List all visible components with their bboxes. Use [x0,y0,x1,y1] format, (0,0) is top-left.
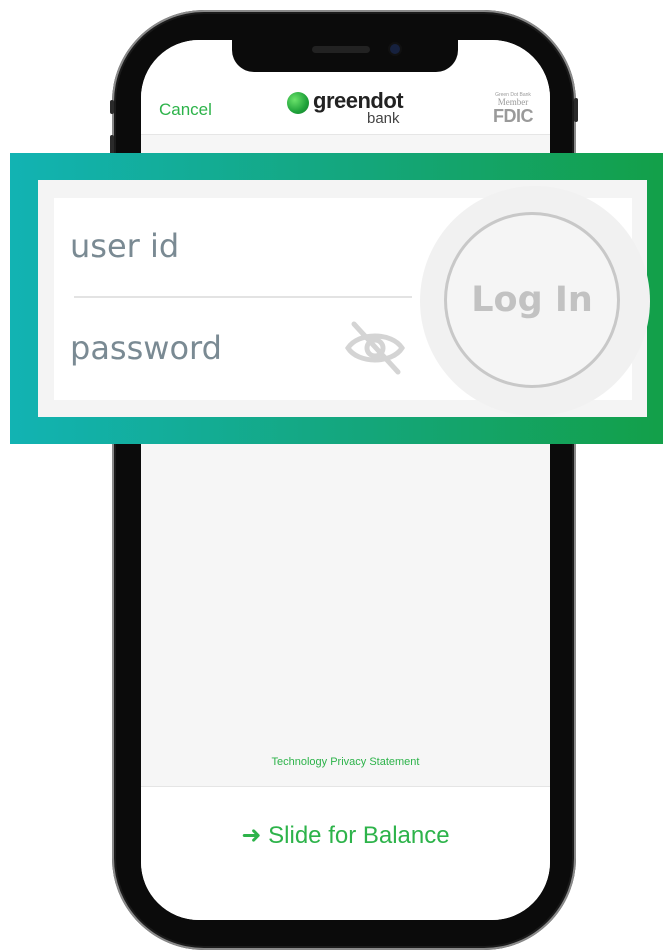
slide-bar[interactable]: ➜ Slide for Balance [141,786,550,920]
arrow-right-icon: ➜ [241,822,262,849]
field-divider [74,296,412,298]
fdic-badge: Green Dot Bank Member FDIC [489,92,537,125]
logo-subtitle: bank [367,110,400,127]
fdic-label: FDIC [493,106,534,126]
phone-notch [232,38,458,72]
eye-off-icon[interactable] [344,318,406,376]
logo-dot-icon [287,92,309,114]
cancel-button[interactable]: Cancel [159,100,212,120]
slide-label: Slide for Balance [268,822,450,849]
password-field[interactable] [70,326,340,370]
front-camera [390,44,400,54]
mute-switch [110,100,114,114]
privacy-statement-link[interactable]: Technology Privacy Statement [141,756,550,768]
speaker-grille [312,46,370,53]
power-button [574,98,578,122]
slide-for-balance[interactable]: ➜ Slide for Balance [141,821,550,850]
user-id-field[interactable] [70,224,400,268]
greendot-logo: greendot bank [285,88,415,128]
login-button[interactable]: Log In [444,212,620,388]
